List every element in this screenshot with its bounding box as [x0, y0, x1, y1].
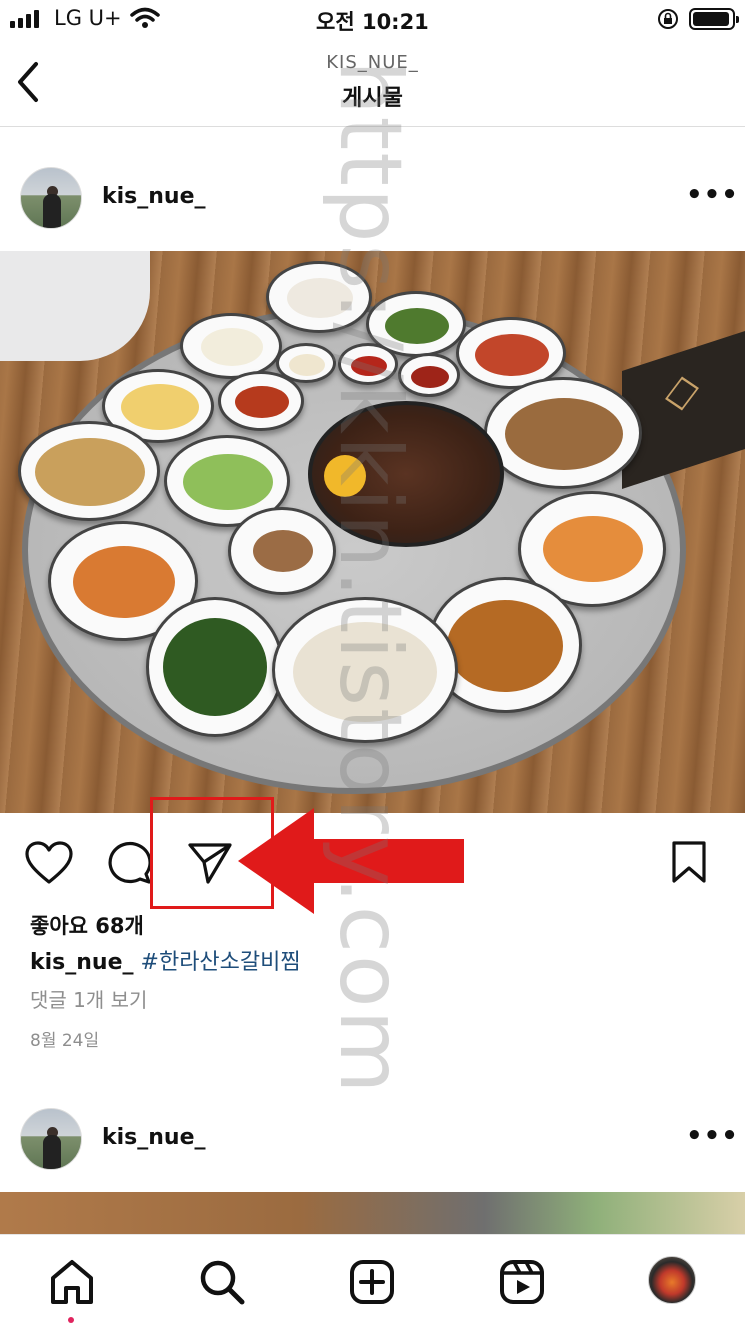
more-icon[interactable]: ••• [686, 180, 739, 210]
search-icon[interactable] [198, 1258, 246, 1306]
signal-icon [10, 10, 44, 28]
caption-username[interactable]: kis_nue_ [30, 950, 134, 975]
post-date: 8월 24일 [30, 1031, 100, 1051]
profile-avatar[interactable] [648, 1256, 696, 1304]
reels-icon[interactable] [498, 1258, 546, 1306]
rotation-lock-icon [658, 9, 678, 29]
view-comments-link[interactable]: 댓글 1개 보기 [30, 984, 147, 1013]
next-post-image [0, 1192, 745, 1234]
clock: 오전 10:21 [316, 10, 429, 34]
status-bar: LG U+ 오전 10:21 [0, 0, 745, 40]
home-icon[interactable] [48, 1258, 96, 1306]
battery-icon [689, 8, 739, 30]
next-post-more-icon[interactable]: ••• [686, 1121, 739, 1151]
wifi-icon [130, 7, 160, 28]
notification-dot [68, 1317, 74, 1323]
heart-icon[interactable] [24, 840, 74, 886]
annotation-arrow [238, 808, 464, 914]
comment-icon[interactable] [105, 840, 153, 886]
caption-hashtag[interactable]: #한라산소갈비찜 [141, 950, 301, 975]
next-post-avatar[interactable] [20, 1108, 82, 1170]
page-title: 게시물 [342, 86, 403, 111]
likes-count[interactable]: 좋아요 68개 [30, 910, 144, 940]
header-divider [0, 126, 745, 127]
post-image [0, 251, 745, 813]
caption: kis_nue_ #한라산소갈비찜 [30, 944, 301, 976]
avatar[interactable] [20, 167, 82, 229]
add-icon[interactable] [348, 1258, 396, 1306]
next-post-username[interactable]: kis_nue_ [102, 1125, 206, 1150]
post-username[interactable]: kis_nue_ [102, 184, 206, 209]
carrier-label: LG U+ [54, 6, 122, 30]
bookmark-icon[interactable] [670, 840, 708, 884]
header-username: KIS_NUE_ [326, 52, 419, 73]
